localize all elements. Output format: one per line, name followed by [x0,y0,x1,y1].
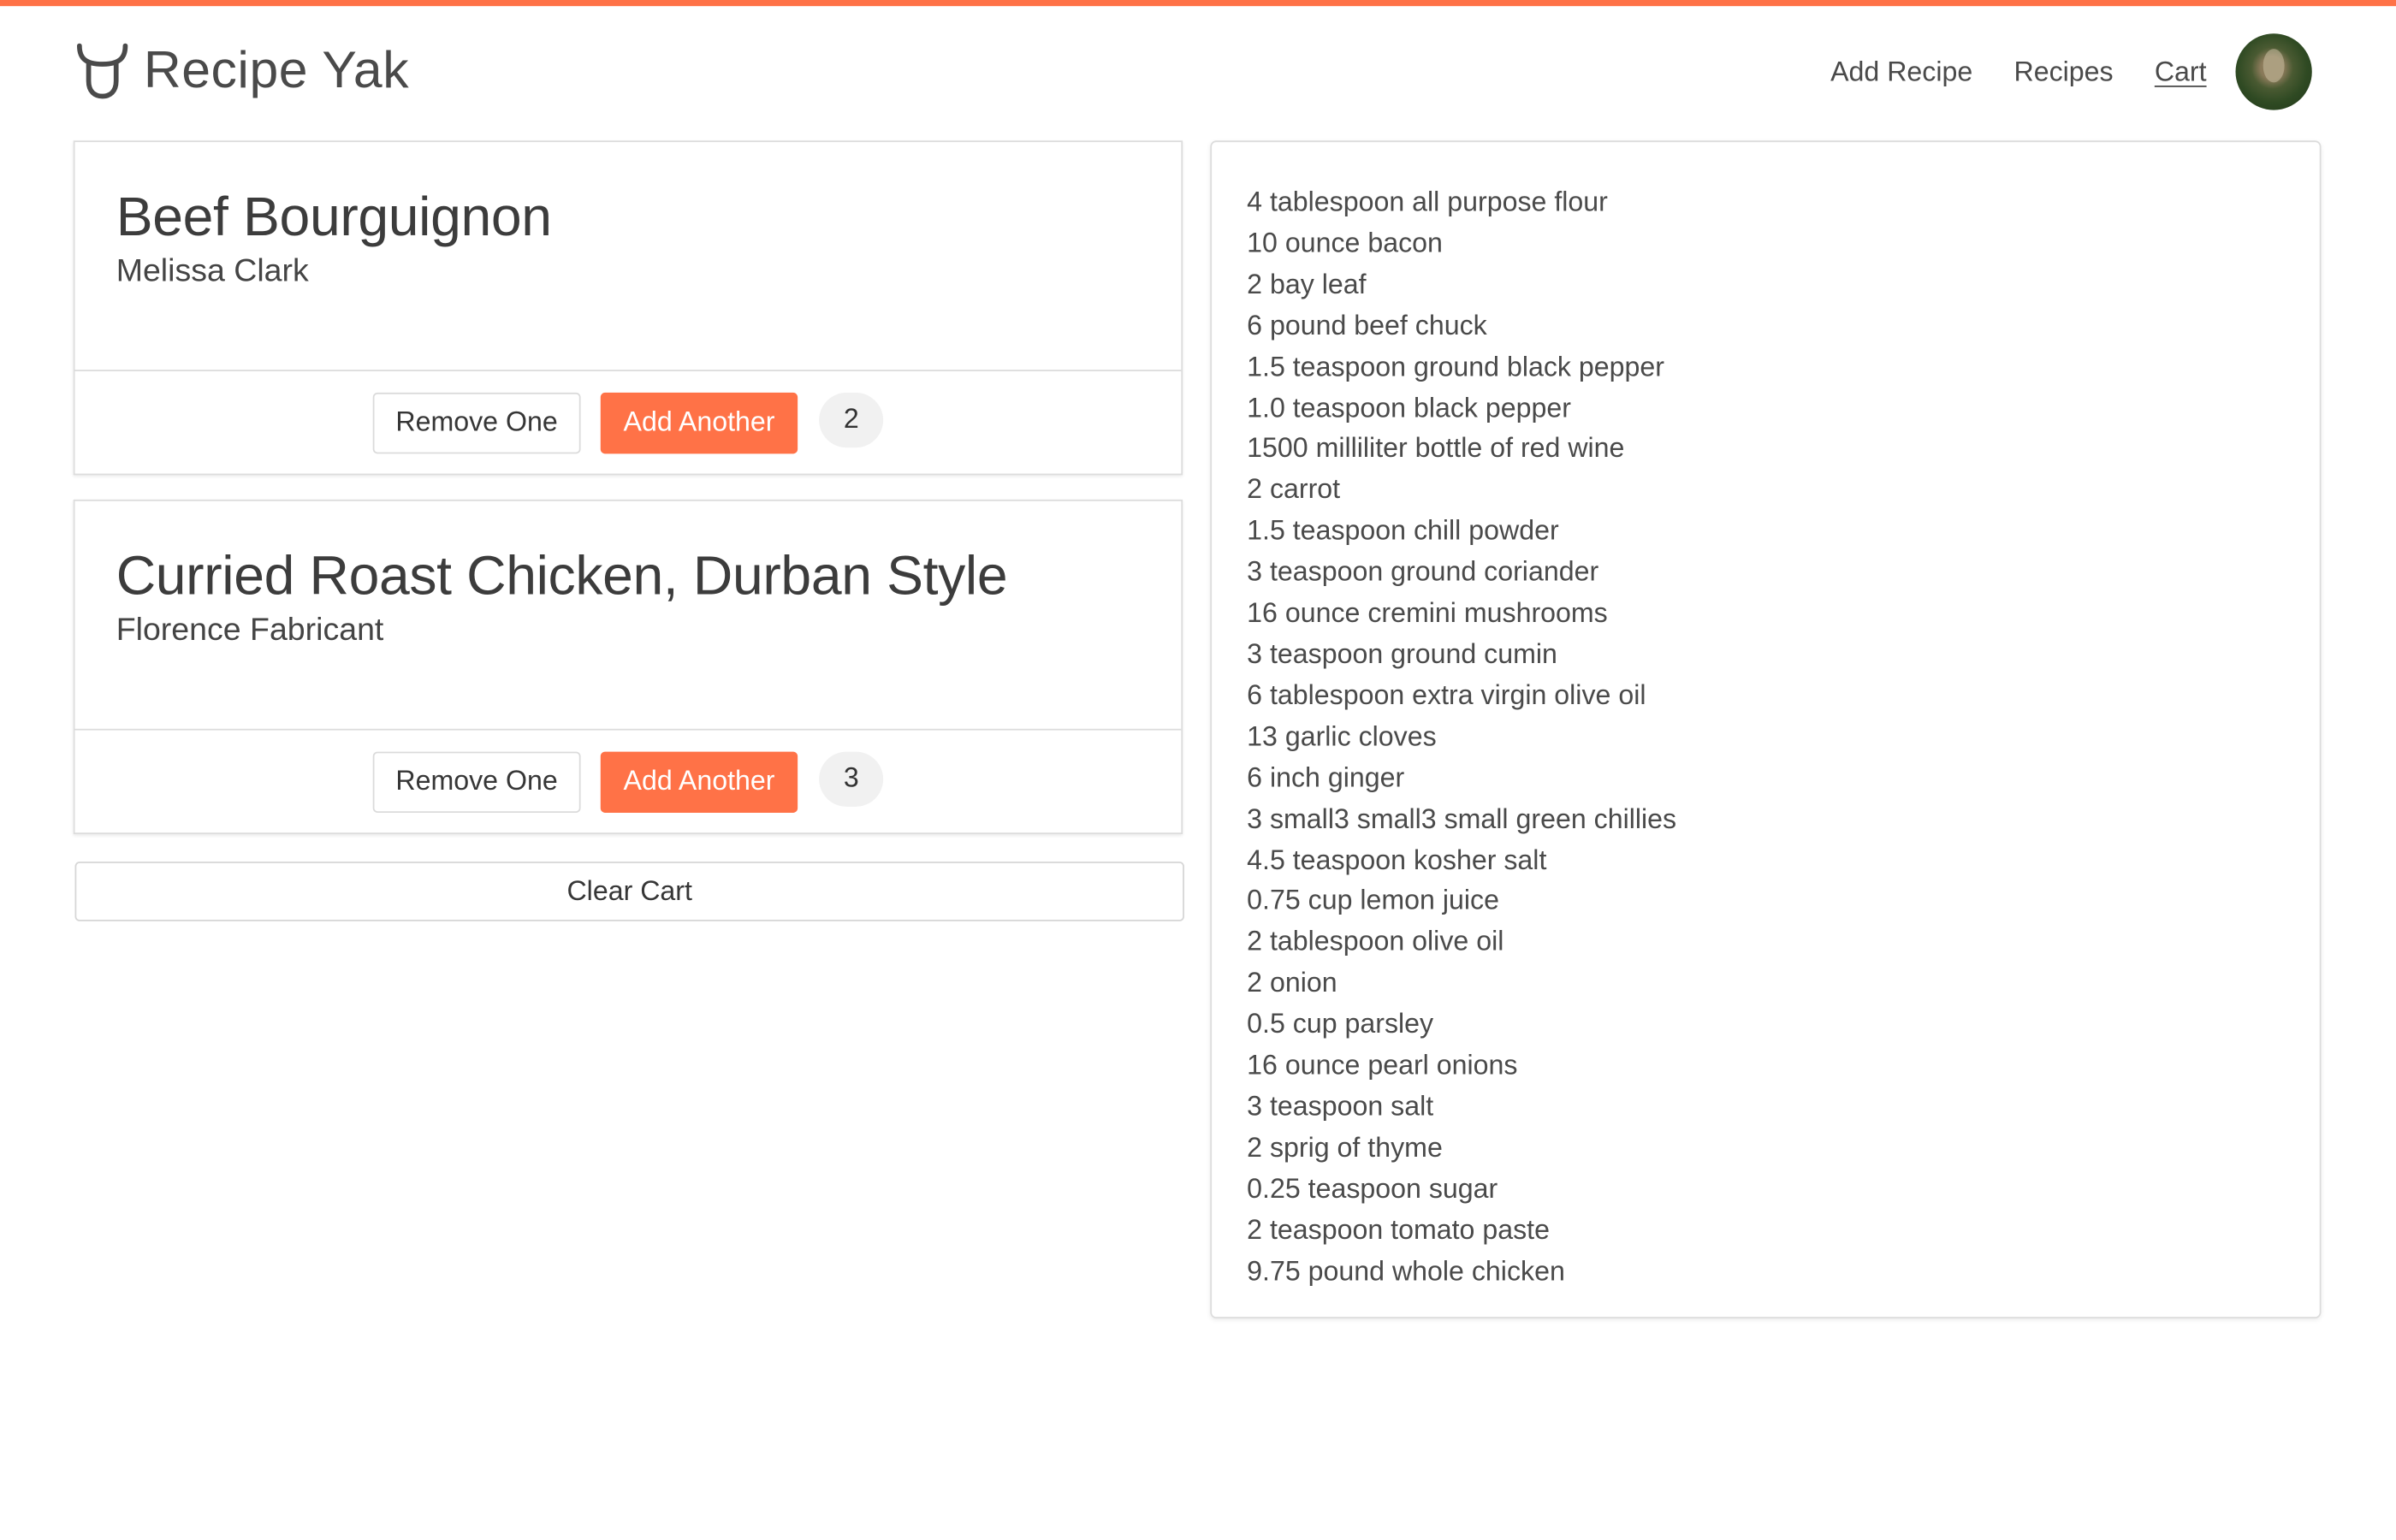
ingredient-item: 2 carrot [1247,474,1341,505]
brand-name: Recipe Yak [143,40,410,99]
ingredient-item: 1500 milliliter bottle of red wine [1247,433,1625,464]
ingredients-panel: 4 tablespoon all purpose flour 10 ounce … [1210,140,2322,1319]
add-another-button[interactable]: Add Another [600,392,798,453]
remove-one-button[interactable]: Remove One [372,392,581,453]
ingredient-item: 6 pound beef chuck [1247,309,1487,341]
remove-one-button[interactable]: Remove One [372,750,581,813]
recipe-title[interactable]: Curried Roast Chicken, Durban Style [116,544,1140,608]
cart-recipe-card: Curried Roast Chicken, Durban Style Flor… [73,499,1183,834]
ingredient-item: 1.0 teaspoon black pepper [1247,392,1572,423]
ingredient-item: 16 ounce cremini mushrooms [1247,597,1608,629]
recipe-title[interactable]: Beef Bourguignon [116,185,1140,249]
recipe-count-badge: 2 [819,392,884,447]
ingredients-list: 4 tablespoon all purpose flour 10 ounce … [1247,182,2320,1292]
ingredient-item: 3 teaspoon ground cumin [1247,638,1557,670]
clear-cart-button[interactable]: Clear Cart [74,862,1184,921]
top-accent-bar [0,0,2396,7]
brand-link[interactable]: Recipe Yak [74,39,409,100]
nav-add-recipe-link[interactable]: Add Recipe [1830,56,1972,88]
ingredient-item: 16 ounce pearl onions [1247,1049,1518,1081]
recipe-author: Florence Fabricant [116,613,384,649]
recipe-count-badge: 3 [819,750,884,806]
recipe-card-footer: Remove One Add Another 3 [75,731,1182,833]
ingredient-item: 4 tablespoon all purpose flour [1247,186,1608,217]
navbar: Recipe Yak Add Recipe Recipes Cart [0,6,2396,134]
recipe-card-body: Curried Roast Chicken, Durban Style Flor… [74,501,1182,731]
ingredient-item: 1.5 teaspoon ground black pepper [1247,351,1665,382]
nav-cart-link[interactable]: Cart [2155,56,2207,88]
nav-recipes-link[interactable]: Recipes [2013,56,2113,88]
add-another-button[interactable]: Add Another [600,750,798,813]
ingredient-item: 0.5 cup parsley [1247,1008,1434,1040]
user-avatar[interactable] [2235,33,2312,110]
ingredient-item: 0.75 cup lemon juice [1247,885,1499,916]
ingredient-item: 13 garlic cloves [1247,720,1437,752]
recipe-author: Melissa Clark [116,253,309,289]
ingredient-item: 0.25 teaspoon sugar [1247,1172,1498,1204]
ingredient-item: 2 tablespoon olive oil [1247,926,1504,957]
ingredient-item: 3 small3 small3 small green chillies [1247,803,1677,834]
ingredient-item: 3 teaspoon ground coriander [1247,556,1599,587]
ingredient-item: 10 ounce bacon [1247,227,1443,258]
ingredient-item: 4.5 teaspoon kosher salt [1247,844,1547,875]
ingredient-item: 2 onion [1247,967,1337,998]
ingredient-item: 6 tablespoon extra virgin olive oil [1247,679,1646,711]
ingredient-item: 2 sprig of thyme [1247,1131,1443,1163]
ingredient-item: 9.75 pound whole chicken [1247,1255,1565,1286]
ingredient-item: 1.5 teaspoon chill powder [1247,515,1559,546]
ingredient-item: 2 teaspoon tomato paste [1247,1214,1550,1245]
cart-recipe-card: Beef Bourguignon Melissa Clark Remove On… [73,140,1183,476]
ingredient-item: 3 teaspoon salt [1247,1090,1434,1122]
nav-links: Add Recipe Recipes Cart [1789,33,2312,110]
ingredient-item: 6 inch ginger [1247,761,1405,793]
recipe-card-body: Beef Bourguignon Melissa Clark [74,142,1182,371]
ingredient-item: 2 bay leaf [1247,268,1367,299]
page: Recipe Yak Add Recipe Recipes Cart Beef … [0,0,2396,1540]
bull-horns-icon [77,43,128,99]
recipe-card-footer: Remove One Add Another 2 [75,371,1182,474]
